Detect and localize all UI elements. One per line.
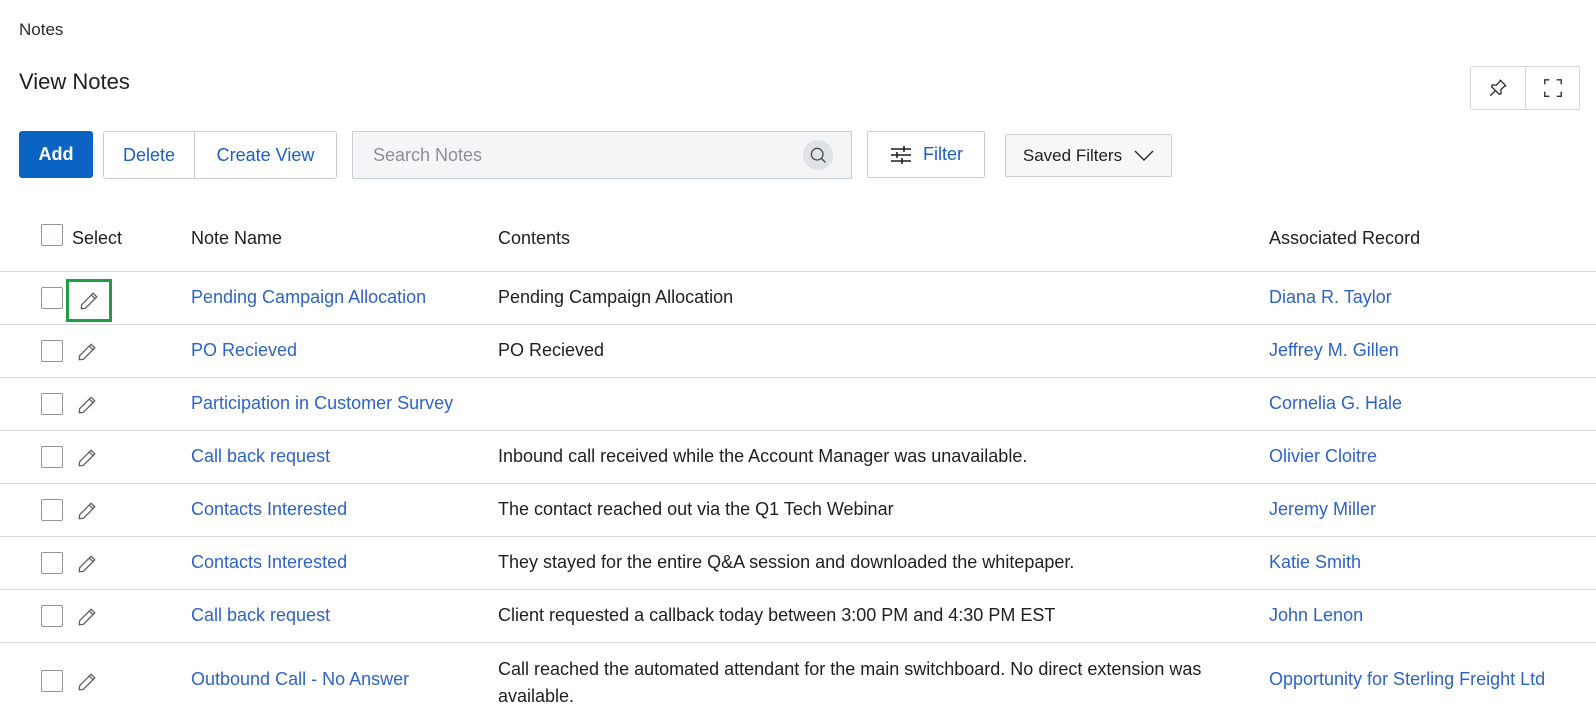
search-button[interactable] [803, 140, 833, 170]
row-checkbox[interactable] [41, 393, 63, 415]
table-row: Call back request Client requested a cal… [0, 590, 1596, 643]
search-icon [810, 147, 826, 163]
note-name-link[interactable]: Call back request [191, 446, 330, 467]
note-contents: Client requested a callback today betwee… [498, 605, 1056, 625]
pencil-icon [80, 292, 98, 309]
pin-button[interactable] [1471, 67, 1525, 109]
note-name-link[interactable]: Call back request [191, 605, 330, 626]
table-row: Outbound Call - No Answer Call reached t… [0, 643, 1596, 718]
edit-button[interactable] [72, 667, 102, 697]
note-name-link[interactable]: Outbound Call - No Answer [191, 669, 409, 690]
note-name-link[interactable]: Contacts Interested [191, 552, 347, 573]
pencil-icon [78, 555, 96, 573]
note-name-link[interactable]: Pending Campaign Allocation [191, 287, 426, 308]
pencil-icon [78, 396, 96, 414]
chevron-down-icon [1134, 149, 1154, 161]
saved-filters-dropdown[interactable]: Saved Filters [1005, 134, 1172, 177]
associated-record-link[interactable]: John Lenon [1269, 605, 1363, 626]
note-contents: Call reached the automated attendant for… [498, 659, 1202, 706]
create-view-button[interactable]: Create View [195, 132, 336, 178]
add-button[interactable]: Add [19, 131, 93, 178]
row-checkbox[interactable] [41, 552, 63, 574]
row-checkbox[interactable] [41, 605, 63, 627]
table-row: Call back request Inbound call received … [0, 431, 1596, 484]
fullscreen-icon [1543, 79, 1562, 97]
associated-record-link[interactable]: Jeremy Miller [1269, 499, 1376, 520]
row-checkbox[interactable] [41, 446, 63, 468]
filter-sliders-icon [891, 145, 911, 164]
edit-button[interactable] [66, 279, 112, 322]
notes-table: Select Note Name Contents Associated Rec… [0, 212, 1596, 718]
table-row: Pending Campaign Allocation Pending Camp… [0, 272, 1596, 325]
saved-filters-label: Saved Filters [1022, 145, 1123, 165]
filter-label: Filter [923, 144, 963, 164]
note-name-link[interactable]: PO Recieved [191, 340, 297, 361]
page-title: View Notes [19, 69, 130, 94]
pencil-icon [78, 673, 96, 691]
header-actions [1470, 66, 1580, 110]
table-row: PO Recieved PO Recieved Jeffrey M. Gille… [0, 325, 1596, 378]
pencil-icon [78, 449, 96, 467]
associated-record-link[interactable]: Diana R. Taylor [1269, 287, 1392, 308]
action-button-group: Delete Create View [103, 131, 337, 179]
column-header-associated-record[interactable]: Associated Record [1269, 228, 1420, 249]
table-row: Contacts Interested The contact reached … [0, 484, 1596, 537]
associated-record-link[interactable]: Olivier Cloitre [1269, 446, 1377, 467]
note-name-link[interactable]: Contacts Interested [191, 499, 347, 520]
fullscreen-button[interactable] [1525, 67, 1579, 109]
edit-button[interactable] [72, 390, 102, 420]
pencil-icon [78, 608, 96, 626]
pencil-icon [78, 502, 96, 520]
column-header-note-name[interactable]: Note Name [191, 228, 282, 249]
edit-button[interactable] [72, 337, 102, 367]
edit-button[interactable] [72, 443, 102, 473]
table-header: Select Note Name Contents Associated Rec… [0, 212, 1596, 272]
note-contents: Inbound call received while the Account … [498, 446, 1028, 466]
row-checkbox[interactable] [41, 499, 63, 521]
pencil-icon [78, 343, 96, 361]
row-checkbox[interactable] [41, 287, 63, 309]
select-all-checkbox[interactable] [41, 224, 63, 246]
table-row: Participation in Customer Survey Corneli… [0, 378, 1596, 431]
note-contents: The contact reached out via the Q1 Tech … [498, 499, 894, 519]
edit-button[interactable] [72, 496, 102, 526]
column-header-select: Select [72, 228, 123, 248]
associated-record-link[interactable]: Opportunity for Sterling Freight Ltd [1269, 669, 1545, 690]
associated-record-link[interactable]: Jeffrey M. Gillen [1269, 340, 1399, 361]
associated-record-link[interactable]: Katie Smith [1269, 552, 1361, 573]
column-header-contents[interactable]: Contents [498, 228, 570, 249]
breadcrumb[interactable]: Notes [19, 20, 63, 40]
row-checkbox[interactable] [41, 340, 63, 362]
filter-button[interactable]: Filter [867, 131, 985, 178]
pin-icon [1489, 79, 1507, 97]
edit-button[interactable] [72, 549, 102, 579]
search-input[interactable] [353, 132, 793, 178]
row-checkbox[interactable] [41, 670, 63, 692]
delete-button[interactable]: Delete [104, 132, 195, 178]
associated-record-link[interactable]: Cornelia G. Hale [1269, 393, 1402, 414]
search-box [352, 131, 852, 179]
note-contents: Pending Campaign Allocation [498, 287, 734, 307]
note-contents: They stayed for the entire Q&A session a… [498, 552, 1075, 572]
notes-page: Notes View Notes Add Delete Create View [0, 0, 1596, 728]
note-contents: PO Recieved [498, 340, 605, 360]
table-row: Contacts Interested They stayed for the … [0, 537, 1596, 590]
edit-button[interactable] [72, 602, 102, 632]
note-name-link[interactable]: Participation in Customer Survey [191, 393, 453, 414]
